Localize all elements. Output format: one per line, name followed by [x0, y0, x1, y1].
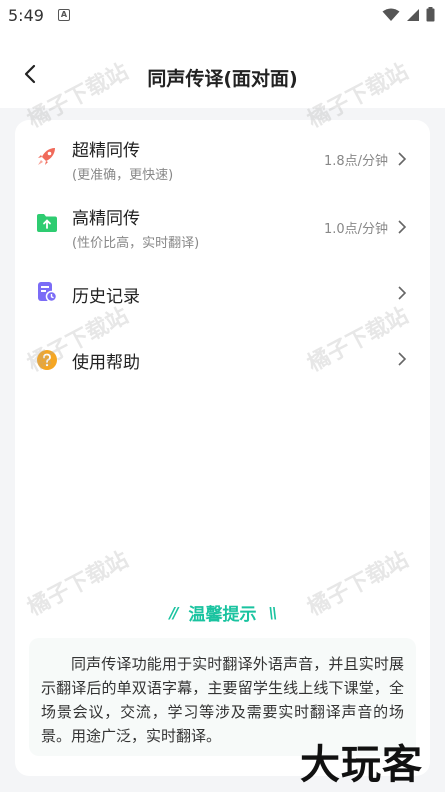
- menu-item-help[interactable]: 使用帮助: [15, 326, 430, 392]
- status-time: 5:49: [8, 6, 44, 25]
- decor-slash-icon: //: [169, 603, 179, 622]
- chevron-right-icon: [398, 152, 407, 166]
- rocket-icon: [35, 144, 59, 168]
- status-icons: [382, 7, 435, 22]
- main-card: 超精同传 (更准确，更快速) 1.8点/分钟 高精同传 (性价比高，实时翻译) …: [15, 120, 430, 776]
- menu-item-label: 使用帮助: [72, 353, 140, 373]
- chevron-right-icon: [398, 286, 407, 300]
- wifi-icon: [382, 8, 400, 21]
- menu-item-super-precision[interactable]: 超精同传 (更准确，更快速) 1.8点/分钟: [15, 124, 430, 190]
- signal-icon: [407, 8, 419, 21]
- menu-item-label: 高精同传: [72, 209, 140, 229]
- menu-item-label: 历史记录: [72, 287, 140, 307]
- chevron-right-icon: [398, 220, 407, 234]
- tips-heading: // 温馨提示 \\: [15, 600, 430, 626]
- tips-title: 温馨提示: [188, 605, 257, 625]
- menu-item-label: 超精同传: [72, 141, 140, 161]
- menu-item-subtitle: (性价比高，实时翻译): [72, 236, 200, 251]
- page-title: 同声传译(面对面): [147, 68, 298, 90]
- menu-item-subtitle: (更准确，更快速): [72, 168, 174, 183]
- header-bar: 同声传译(面对面): [0, 32, 445, 108]
- menu-item-high-precision[interactable]: 高精同传 (性价比高，实时翻译) 1.0点/分钟: [15, 192, 430, 258]
- battery-icon: [426, 7, 435, 22]
- chevron-right-icon: [398, 352, 407, 366]
- help-icon: [35, 348, 59, 372]
- menu-item-price: 1.0点/分钟: [323, 222, 388, 237]
- brand-logo: 大玩客: [300, 741, 423, 788]
- decor-slash-icon: \\: [268, 603, 278, 622]
- status-bar: 5:49 A: [0, 0, 445, 32]
- app-notification-icon: A: [58, 9, 70, 21]
- menu-item-price: 1.8点/分钟: [323, 154, 388, 169]
- history-record-icon: [35, 280, 59, 304]
- menu-item-history[interactable]: 历史记录: [15, 260, 430, 326]
- folder-upload-icon: [35, 211, 59, 235]
